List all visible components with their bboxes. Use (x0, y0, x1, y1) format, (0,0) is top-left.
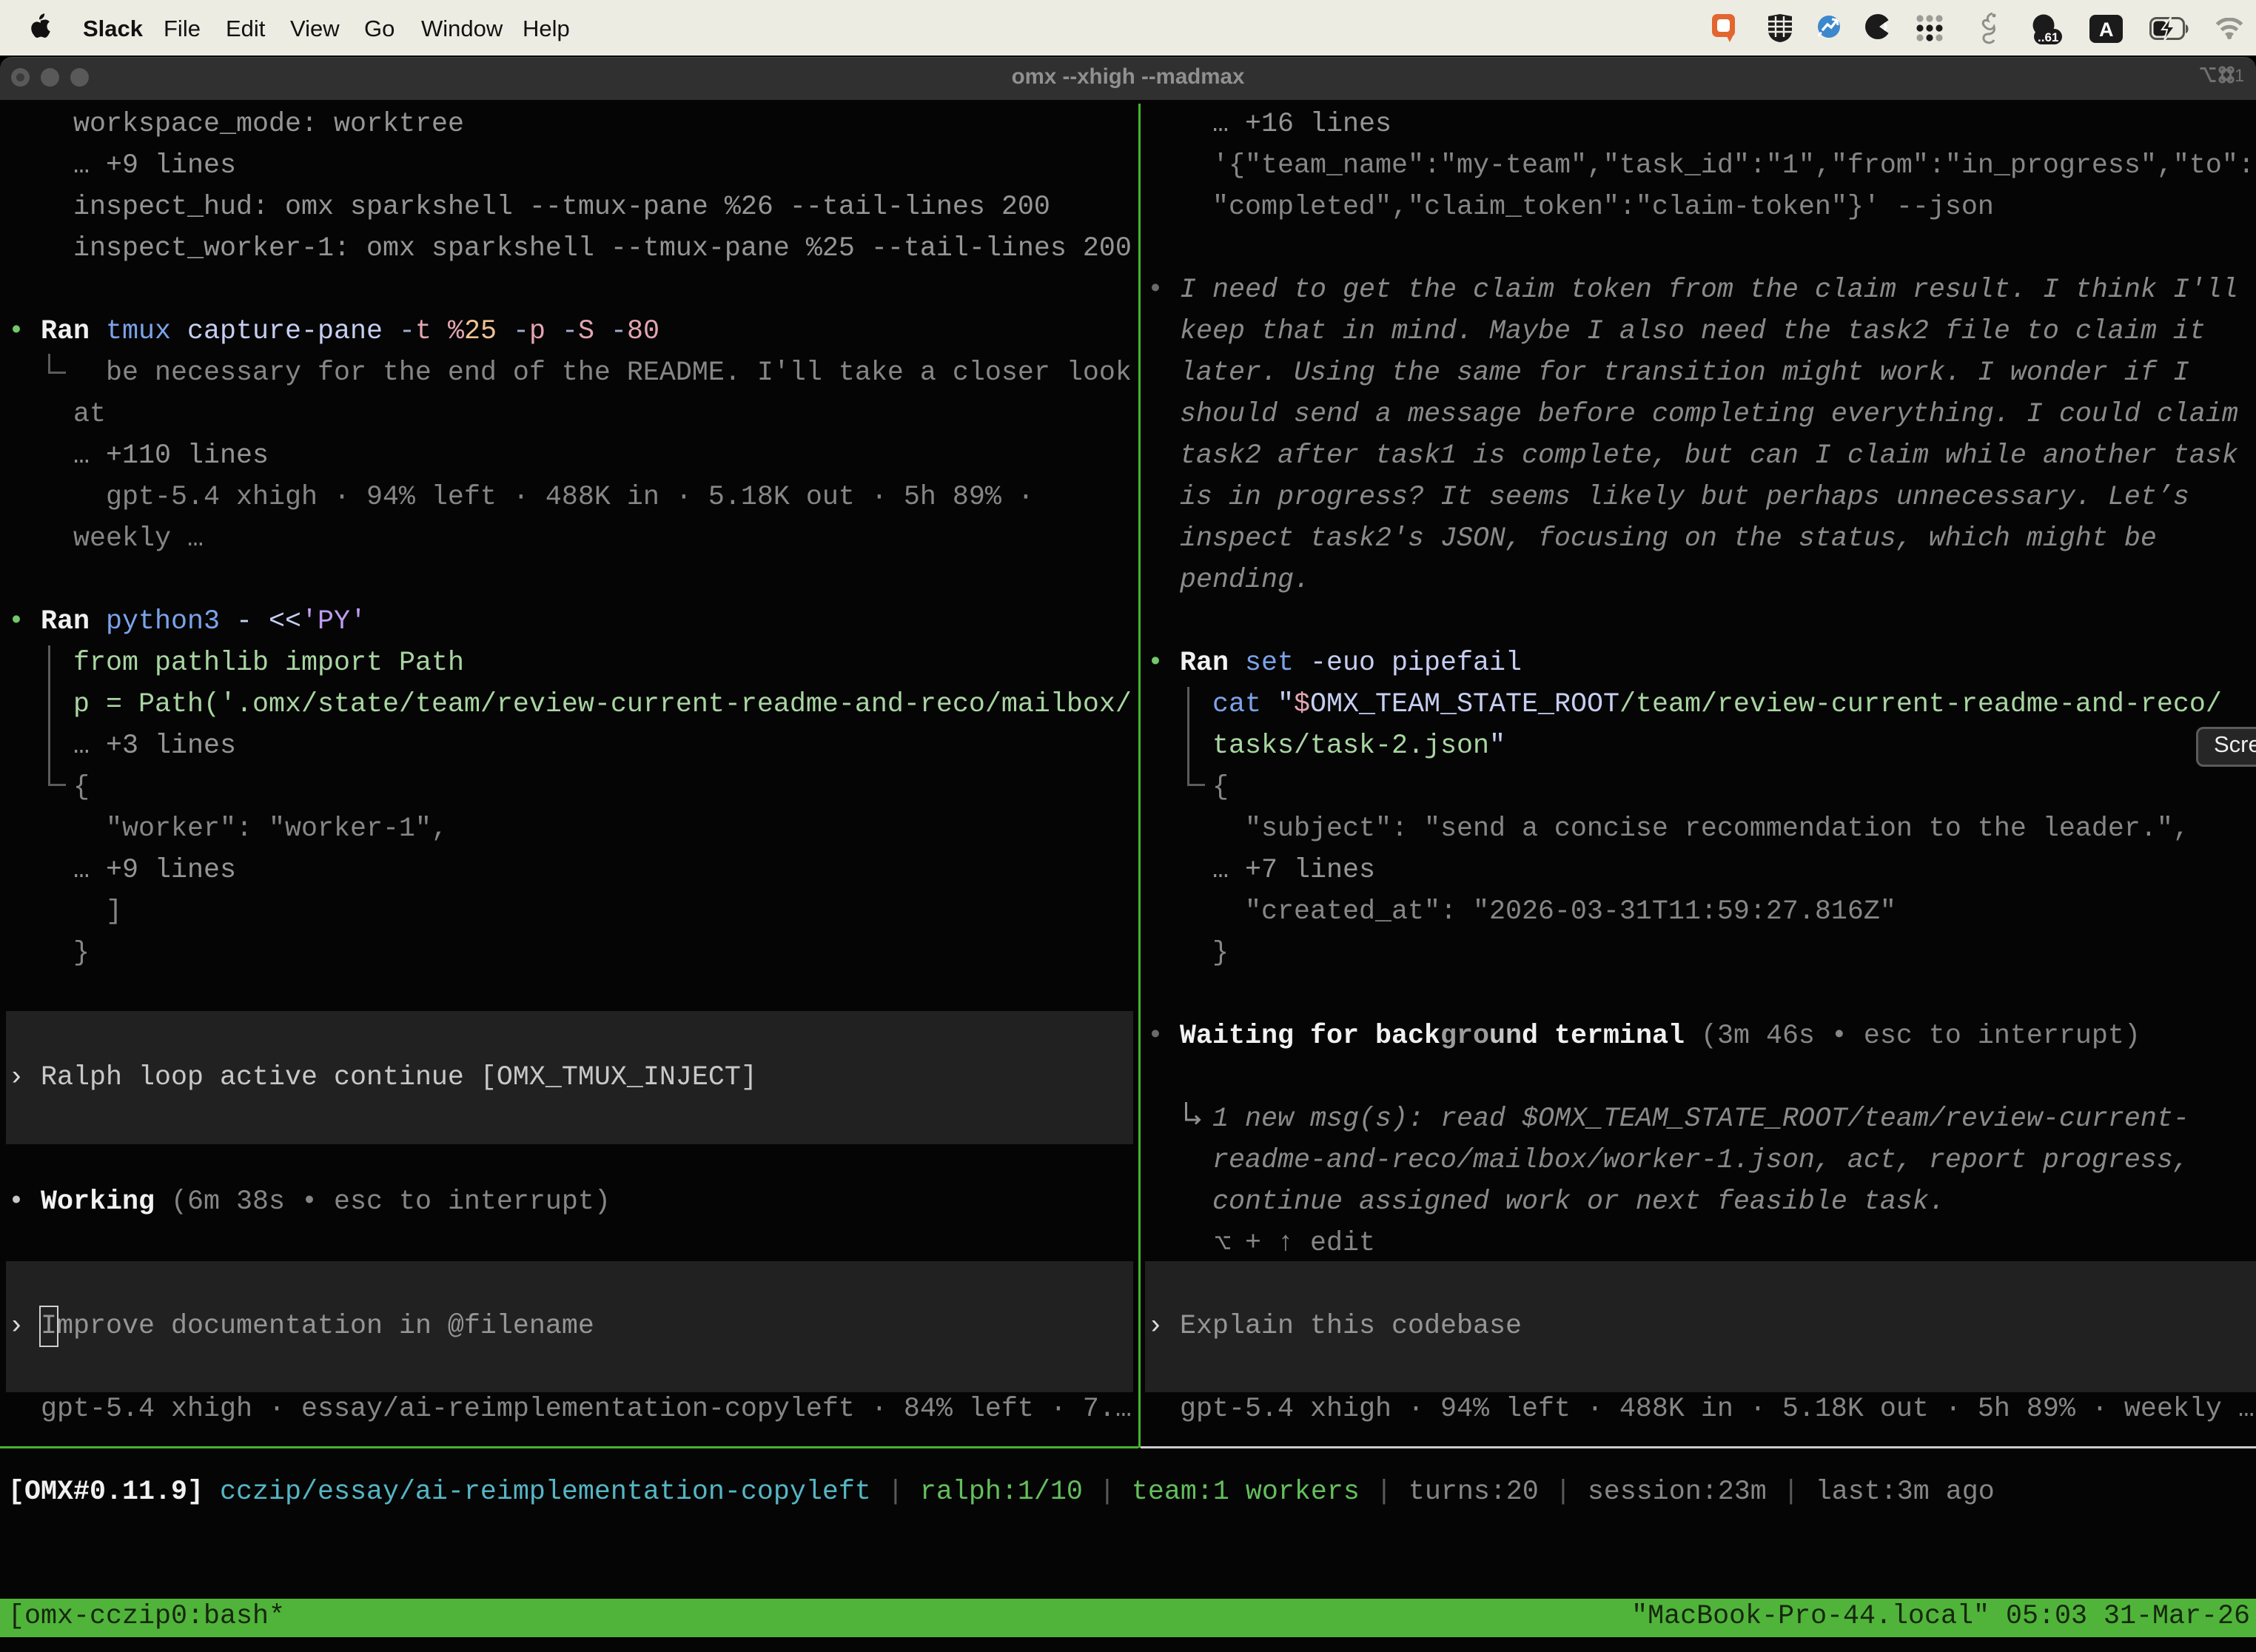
svg-text:1: 1 (2235, 66, 2243, 84)
svg-text:..61: ..61 (2038, 30, 2058, 44)
svg-text:A: A (2099, 19, 2114, 41)
